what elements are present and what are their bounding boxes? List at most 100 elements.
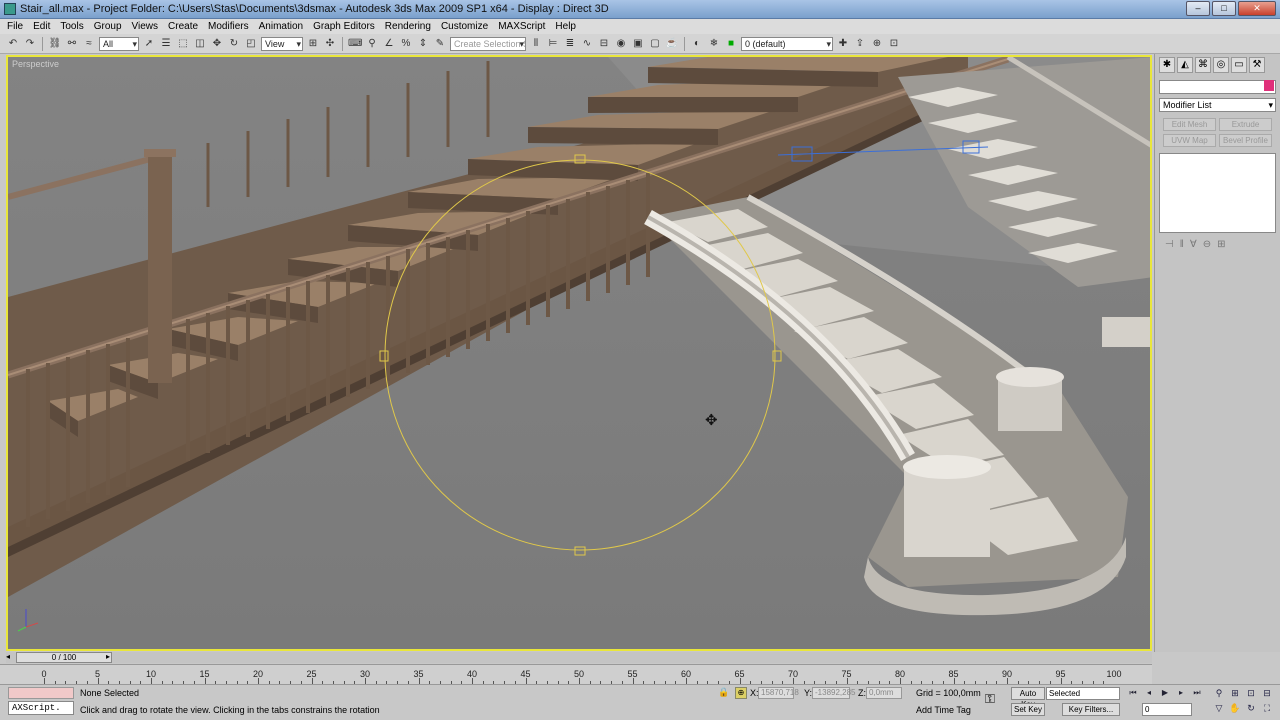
menu-graph-editors[interactable]: Graph Editors <box>308 21 380 32</box>
selection-filter-dropdown[interactable]: All <box>99 36 139 51</box>
hierarchy-icon[interactable]: ⌘ <box>1195 57 1211 73</box>
menu-customize[interactable]: Customize <box>436 21 493 32</box>
keyboard-shortcut-icon[interactable]: ⌨ <box>348 37 362 51</box>
arc-rotate-icon[interactable]: ↻ <box>1244 702 1258 715</box>
zoom-icon[interactable]: ⚲ <box>1212 687 1226 700</box>
menu-group[interactable]: Group <box>89 21 127 32</box>
make-unique-icon[interactable]: ∀ <box>1190 239 1197 250</box>
track-bar[interactable]: 0 5 10 15 20 25 30 35 40 45 50 55 60 65 70 75 80 85 90 95 10… <box>0 664 1152 684</box>
menu-maxscript[interactable]: MAXScript <box>493 21 550 32</box>
extrude-button[interactable]: Extrude <box>1219 118 1272 131</box>
scale-icon[interactable]: ◰ <box>244 37 258 51</box>
maxscript-listener-mini[interactable] <box>8 687 74 699</box>
menu-file[interactable]: File <box>2 21 28 32</box>
viewport-label[interactable]: Perspective <box>12 59 59 69</box>
reference-coord-dropdown[interactable]: View <box>261 36 303 51</box>
layer-visibility-icon[interactable]: ◐ <box>690 37 704 51</box>
select-layer-icon[interactable]: ⊕ <box>870 37 884 51</box>
set-key-button[interactable]: Set Key <box>1011 703 1045 716</box>
window-crossing-icon[interactable]: ◫ <box>193 37 207 51</box>
current-frame-field[interactable]: 0 <box>1142 703 1192 716</box>
quick-render-icon[interactable]: ☕ <box>665 37 679 51</box>
modifier-stack[interactable] <box>1159 153 1276 233</box>
go-to-start-icon[interactable]: ⏮ <box>1126 687 1140 700</box>
link-icon[interactable]: ⛓ <box>48 37 62 51</box>
pin-stack-icon[interactable]: ⊣ <box>1165 239 1174 250</box>
key-filters-button[interactable]: Key Filters... <box>1062 703 1120 716</box>
modify-icon[interactable]: ◭ <box>1177 57 1193 73</box>
layer-manager-icon[interactable]: ≣ <box>563 37 577 51</box>
configure-modifier-sets-icon[interactable]: ⊞ <box>1217 239 1225 250</box>
absolute-mode-icon[interactable]: ⊕ <box>735 687 747 699</box>
x-coordinate[interactable]: 15870,718 <box>758 687 799 699</box>
rotate-icon[interactable]: ↻ <box>227 37 241 51</box>
maximize-viewport-icon[interactable]: ⛶ <box>1260 702 1274 715</box>
move-icon[interactable]: ✥ <box>210 37 224 51</box>
pan-icon[interactable]: ✋ <box>1228 702 1242 715</box>
angle-snap-icon[interactable]: ∠ <box>382 37 396 51</box>
rect-selection-icon[interactable]: ⬚ <box>176 37 190 51</box>
modifier-list-dropdown[interactable]: Modifier List <box>1159 98 1276 112</box>
menu-animation[interactable]: Animation <box>254 21 308 32</box>
layer-freeze-icon[interactable]: ❄ <box>707 37 721 51</box>
maxscript-input[interactable]: AXScript. <box>8 701 74 715</box>
snap-toggle-icon[interactable]: ⚲ <box>365 37 379 51</box>
object-name-field[interactable] <box>1159 80 1276 94</box>
edit-mesh-button[interactable]: Edit Mesh <box>1163 118 1216 131</box>
bevel-profile-button[interactable]: Bevel Profile <box>1219 134 1272 147</box>
curve-editor-icon[interactable]: ∿ <box>580 37 594 51</box>
display-icon[interactable]: ▭ <box>1231 57 1247 73</box>
uvw-map-button[interactable]: UVW Map <box>1163 134 1216 147</box>
menu-create[interactable]: Create <box>163 21 203 32</box>
named-selection-set-dropdown[interactable]: Create Selection Set <box>450 36 526 51</box>
go-to-end-icon[interactable]: ⏭ <box>1190 687 1204 700</box>
show-end-result-icon[interactable]: ‖ <box>1180 239 1184 250</box>
menu-help[interactable]: Help <box>550 21 581 32</box>
unlink-icon[interactable]: ⚯ <box>65 37 79 51</box>
z-coordinate[interactable]: 0,0mm <box>866 687 902 699</box>
app-icon[interactable] <box>4 3 16 15</box>
create-icon[interactable]: ✱ <box>1159 57 1175 73</box>
auto-key-button[interactable]: Auto Key <box>1011 687 1045 709</box>
select-by-name-icon[interactable]: ☰ <box>159 37 173 51</box>
zoom-extents-all-icon[interactable]: ⊟ <box>1260 687 1274 700</box>
key-mode-dropdown[interactable]: Selected <box>1046 687 1120 700</box>
menu-views[interactable]: Views <box>127 21 164 32</box>
add-time-tag[interactable]: Add Time Tag <box>916 705 971 715</box>
zoom-extents-icon[interactable]: ⊡ <box>1244 687 1258 700</box>
selection-lock-icon[interactable]: 🔒 <box>718 687 729 698</box>
menu-modifiers[interactable]: Modifiers <box>203 21 254 32</box>
layer-color-icon[interactable]: ■ <box>724 37 738 51</box>
time-slider-prev-icon[interactable]: ◂ <box>6 652 10 661</box>
schematic-view-icon[interactable]: ⊟ <box>597 37 611 51</box>
spinner-snap-icon[interactable]: ⇕ <box>416 37 430 51</box>
close-button[interactable]: ✕ <box>1238 1 1276 16</box>
material-editor-icon[interactable]: ◉ <box>614 37 628 51</box>
zoom-all-icon[interactable]: ⊞ <box>1228 687 1242 700</box>
bind-spacewarp-icon[interactable]: ≈ <box>82 37 96 51</box>
utilities-icon[interactable]: ⚒ <box>1249 57 1265 73</box>
layer-dropdown[interactable]: 0 (default) <box>741 36 833 51</box>
time-slider[interactable]: ◂ 0 / 100 ▸ <box>6 652 1152 663</box>
edit-named-selection-icon[interactable]: ✎ <box>433 37 447 51</box>
redo-icon[interactable]: ↷ <box>23 37 37 51</box>
mirror-icon[interactable]: ⫴ <box>529 37 543 51</box>
rendered-frame-icon[interactable]: ▢ <box>648 37 662 51</box>
render-setup-icon[interactable]: ▣ <box>631 37 645 51</box>
next-frame-icon[interactable]: ▸ <box>1174 687 1188 700</box>
menu-rendering[interactable]: Rendering <box>380 21 436 32</box>
motion-icon[interactable]: ◎ <box>1213 57 1229 73</box>
menu-edit[interactable]: Edit <box>28 21 55 32</box>
remove-modifier-icon[interactable]: ⊖ <box>1203 239 1211 250</box>
pivot-center-icon[interactable]: ⊞ <box>306 37 320 51</box>
set-current-layer-icon[interactable]: ⊡ <box>887 37 901 51</box>
time-slider-thumb[interactable]: 0 / 100 <box>16 652 112 663</box>
maximize-button[interactable]: □ <box>1212 1 1236 16</box>
perspective-viewport[interactable]: Perspective ✥ <box>6 55 1152 651</box>
previous-frame-icon[interactable]: ◂ <box>1142 687 1156 700</box>
select-object-icon[interactable]: ➚ <box>142 37 156 51</box>
object-color-swatch[interactable] <box>1264 80 1274 91</box>
percent-snap-icon[interactable]: % <box>399 37 413 51</box>
manipulate-icon[interactable]: ✣ <box>323 37 337 51</box>
y-coordinate[interactable]: -13892,285 <box>812 687 855 699</box>
